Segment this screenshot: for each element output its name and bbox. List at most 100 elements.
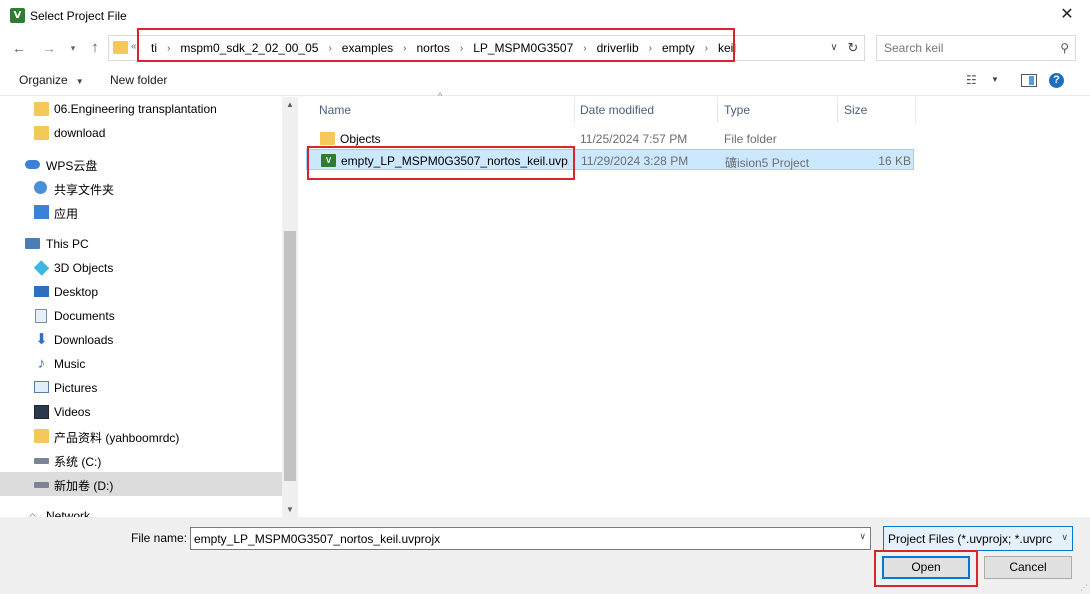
nav-item-music[interactable]: ♪ Music	[0, 352, 282, 376]
nav-item-3d-objects[interactable]: 3D Objects	[0, 256, 282, 280]
nav-item-label: Network	[46, 509, 91, 517]
3d-objects-icon	[33, 260, 50, 276]
chevron-down-icon[interactable]: ∨	[859, 531, 866, 542]
close-button[interactable]: ✕	[1044, 0, 1090, 32]
breadcrumb-nortos[interactable]: nortos	[415, 41, 452, 55]
open-button[interactable]: Open	[882, 556, 970, 579]
overflow-chevron-icon[interactable]: «	[131, 41, 137, 52]
downloads-icon: ⬇	[35, 331, 48, 348]
file-name: empty_LP_MSPM0G3507_nortos_keil.uvp...	[341, 154, 569, 168]
nav-item-this-pc[interactable]: This PC	[0, 232, 282, 256]
nav-item-engineering-transplantation[interactable]: 06.Engineering transplantation	[0, 97, 282, 121]
nav-item-label: Documents	[54, 309, 115, 323]
breadcrumb: ti › mspm0_sdk_2_02_00_05 › examples › n…	[149, 36, 738, 60]
nav-item-label: WPS云盘	[46, 159, 98, 173]
documents-icon	[35, 309, 47, 323]
breadcrumb-separator-icon[interactable]: ›	[395, 43, 414, 54]
scrollbar-thumb[interactable]	[284, 231, 296, 481]
scroll-up-icon[interactable]: ▲	[286, 100, 294, 109]
videos-icon	[34, 405, 49, 419]
forward-arrow-icon[interactable]: →	[40, 38, 58, 58]
organize-label: Organize	[19, 73, 68, 87]
nav-item-label: 系统 (C:)	[54, 455, 102, 469]
refresh-icon[interactable]: ↻	[845, 39, 861, 57]
nav-item-label: Desktop	[54, 285, 99, 299]
preview-pane-icon[interactable]	[1021, 74, 1037, 87]
file-name-input[interactable]	[194, 531, 844, 546]
nav-item-label: Pictures	[54, 381, 98, 395]
address-dropdown-icon[interactable]: ∨	[827, 40, 841, 56]
breadcrumb-separator-icon[interactable]: ›	[320, 43, 339, 54]
uvision-app-icon: V	[10, 8, 25, 23]
column-header-date-modified[interactable]: Date modified	[574, 97, 718, 123]
pictures-icon	[34, 381, 49, 393]
chevron-down-icon: ▼	[75, 77, 84, 86]
nav-item-label: Videos	[54, 405, 91, 419]
nav-item-product-data[interactable]: 产品资料 (yahboomrdc)	[0, 424, 282, 448]
view-options-icon[interactable]: ☷	[966, 73, 977, 87]
nav-item-shared-folder[interactable]: 共享文件夹	[0, 176, 282, 200]
nav-item-label: 产品资料 (yahboomrdc)	[54, 431, 180, 445]
nav-item-pictures[interactable]: Pictures	[0, 376, 282, 400]
breadcrumb-separator-icon[interactable]: ›	[697, 43, 716, 54]
back-arrow-icon[interactable]: ←	[10, 38, 28, 58]
organize-button[interactable]: Organize ▼	[19, 73, 84, 87]
cancel-button[interactable]: Cancel	[984, 556, 1072, 579]
up-arrow-icon[interactable]: ↑	[86, 38, 104, 58]
nav-item-desktop[interactable]: Desktop	[0, 280, 282, 304]
column-header-name[interactable]: Name	[313, 97, 575, 123]
nav-item-drive-d[interactable]: 新加卷 (D:)	[0, 472, 282, 496]
scroll-down-icon[interactable]: ▼	[286, 505, 294, 514]
breadcrumb-separator-icon[interactable]: ›	[159, 43, 178, 54]
breadcrumb-driverlib[interactable]: driverlib	[595, 41, 641, 55]
column-header-type[interactable]: Type	[718, 97, 838, 123]
nav-item-download[interactable]: download	[0, 121, 282, 145]
file-row-uvprojx[interactable]: V empty_LP_MSPM0G3507_nortos_keil.uvp...…	[306, 149, 914, 170]
navigation-scrollbar[interactable]: ▲ ▼	[282, 97, 298, 517]
file-row-objects[interactable]: Objects 11/25/2024 7:57 PM File folder	[306, 128, 914, 149]
column-header-size[interactable]: Size	[838, 97, 916, 123]
breadcrumb-separator-icon[interactable]: ›	[575, 43, 594, 54]
chevron-down-icon[interactable]: ∨	[1061, 532, 1068, 543]
nav-item-downloads[interactable]: ⬇ Downloads	[0, 328, 282, 352]
nav-item-network[interactable]: ⌂ Network	[0, 504, 282, 517]
nav-item-label: 应用	[54, 207, 79, 221]
address-bar[interactable]: « ti › mspm0_sdk_2_02_00_05 › examples ›…	[108, 35, 865, 61]
search-input[interactable]	[884, 40, 1054, 56]
drive-icon	[34, 482, 49, 488]
folder-icon	[34, 429, 49, 443]
nav-item-documents[interactable]: Documents	[0, 304, 282, 328]
file-name-combobox[interactable]: ∨	[190, 527, 871, 550]
breadcrumb-separator-icon[interactable]: ›	[452, 43, 471, 54]
breadcrumb-board[interactable]: LP_MSPM0G3507	[471, 41, 575, 55]
new-folder-button[interactable]: New folder	[110, 73, 167, 87]
file-type: File folder	[724, 132, 777, 146]
nav-item-apps[interactable]: 应用	[0, 200, 282, 224]
search-icon[interactable]: ⚲	[1060, 41, 1069, 55]
breadcrumb-empty[interactable]: empty	[660, 41, 697, 55]
chevron-down-icon[interactable]: ▼	[991, 75, 999, 84]
breadcrumb-examples[interactable]: examples	[340, 41, 395, 55]
file-type-filter[interactable]: Project Files (*.uvprojx; *.uvprc ∨	[883, 526, 1073, 551]
file-date: 11/25/2024 7:57 PM	[580, 132, 688, 146]
file-size: 16 KB	[878, 154, 911, 168]
nav-item-videos[interactable]: Videos	[0, 400, 282, 424]
file-name-label: File name:	[131, 531, 188, 545]
title-bar: V Select Project File ✕	[0, 0, 1090, 32]
breadcrumb-separator-icon[interactable]: ›	[641, 43, 660, 54]
search-box[interactable]: ⚲	[876, 35, 1076, 61]
help-icon[interactable]: ?	[1049, 73, 1064, 88]
nav-item-label: download	[54, 126, 106, 140]
bottom-panel: File name: ∨ Project Files (*.uvprojx; *…	[0, 517, 1090, 594]
nav-item-wps-cloud[interactable]: WPS云盘	[0, 152, 282, 176]
recent-locations-chevron-icon[interactable]: ▾	[64, 38, 82, 58]
nav-item-drive-c[interactable]: 系统 (C:)	[0, 448, 282, 472]
nav-item-label: This PC	[46, 237, 89, 251]
folder-icon	[34, 126, 49, 140]
breadcrumb-keil[interactable]: keil	[716, 41, 738, 55]
breadcrumb-sdk[interactable]: mspm0_sdk_2_02_00_05	[178, 41, 320, 55]
uvision-project-icon: V	[321, 154, 336, 167]
breadcrumb-ti[interactable]: ti	[149, 41, 159, 55]
resize-grip-icon[interactable]: ⋰	[1080, 583, 1088, 592]
file-name: Objects	[340, 132, 381, 146]
